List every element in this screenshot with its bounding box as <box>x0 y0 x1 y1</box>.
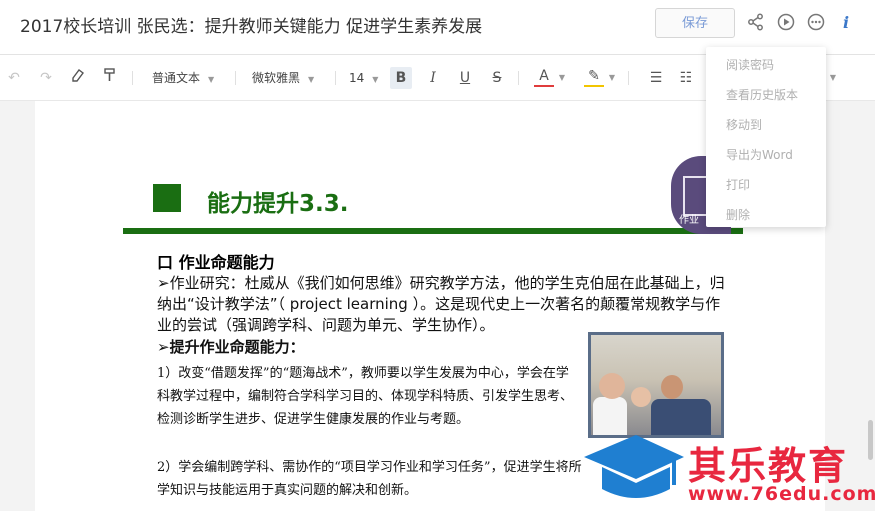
menu-item-read-password[interactable]: 阅读密码 <box>726 56 774 73</box>
menu-item-delete[interactable]: 删除 <box>726 206 750 223</box>
photo-child <box>593 397 627 435</box>
paragraph-style-select[interactable]: 普通文本 ▼ <box>152 67 214 89</box>
font-color-button[interactable]: A <box>534 67 554 87</box>
section-heading: 口 作业命题能力 <box>157 253 275 272</box>
divider <box>235 71 236 85</box>
graduation-cap-logo-icon <box>582 433 686 509</box>
menu-item-move[interactable]: 移动到 <box>726 116 762 133</box>
font-family-value: 微软雅黑 <box>252 71 301 85</box>
paragraph-point-2: 2）学会编制跨学科、需协作的“项目学习作业和学习任务”，促进学生将所学知识与技能… <box>157 460 582 498</box>
photo-child-face <box>599 373 625 399</box>
format-painter-icon[interactable] <box>100 67 120 89</box>
photo-teacher-face <box>661 375 683 399</box>
highlight-button[interactable]: ✎ <box>584 67 604 87</box>
undo-icon[interactable]: ↶ <box>4 67 24 89</box>
badge-label: 作业 <box>679 215 699 226</box>
font-size-value: 14 <box>349 71 365 85</box>
chevron-down-icon[interactable]: ▼ <box>557 67 567 89</box>
paragraph-point-1: 1）改变“借题发挥”的“题海战术”，教师要以学生发展为中心，学会在学科教学过程中… <box>157 366 574 427</box>
paragraph-style-value: 普通文本 <box>152 71 201 85</box>
menu-item-history[interactable]: 查看历史版本 <box>726 86 798 103</box>
watermark-brand: 其乐教育 <box>688 444 849 488</box>
document-title: 2017校长培训 张民选：提升教师关键能力 促进学生素养发展 <box>20 17 483 37</box>
play-icon[interactable] <box>776 13 796 33</box>
more-menu: 阅读密码 查看历史版本 移动到 导出为Word 打印 删除 <box>706 47 826 227</box>
classroom-photo <box>588 332 724 438</box>
menu-item-export-word[interactable]: 导出为Word <box>726 146 793 163</box>
info-icon[interactable]: i <box>836 13 856 33</box>
subsection-heading: ➢提升作业命题能力： <box>157 338 305 356</box>
share-icon[interactable] <box>746 13 766 33</box>
font-family-select[interactable]: 微软雅黑 ▼ <box>252 67 314 89</box>
eraser-icon[interactable] <box>68 67 88 89</box>
chevron-down-icon: ▼ <box>308 75 315 84</box>
bold-button[interactable]: B <box>390 67 412 89</box>
save-button[interactable]: 保存 <box>655 8 735 38</box>
strikethrough-button[interactable]: S <box>486 67 508 89</box>
chevron-down-icon: ▼ <box>208 75 215 84</box>
scrollbar-thumb[interactable] <box>868 420 873 460</box>
redo-icon[interactable]: ↷ <box>36 67 56 89</box>
title-marker <box>153 184 181 212</box>
slide-title: 能力提升3.3. <box>207 191 349 217</box>
numbered-list-icon[interactable]: ☷ <box>676 67 696 89</box>
watermark-url: www.76edu.com <box>688 483 875 505</box>
title-underline <box>123 228 743 234</box>
more-icon[interactable] <box>806 13 826 33</box>
chevron-down-icon: ▼ <box>372 75 379 84</box>
photo-child-face <box>631 387 651 407</box>
menu-item-print[interactable]: 打印 <box>726 176 750 193</box>
paragraph-research: ➢作业研究：杜威从《我们如何思维》研究教学方法，他的学生克伯屈在此基础上，归纳出… <box>157 274 725 334</box>
divider <box>628 71 629 85</box>
underline-button[interactable]: U <box>454 67 476 89</box>
bullet-list-icon[interactable]: ☰ <box>646 67 666 89</box>
italic-button[interactable]: I <box>422 67 444 89</box>
divider <box>335 71 336 85</box>
chevron-down-icon[interactable]: ▼ <box>607 67 617 89</box>
chevron-down-icon[interactable]: ▼ <box>828 67 838 89</box>
divider <box>518 71 519 85</box>
divider <box>132 71 133 85</box>
font-size-select[interactable]: 14 ▼ <box>349 67 378 89</box>
